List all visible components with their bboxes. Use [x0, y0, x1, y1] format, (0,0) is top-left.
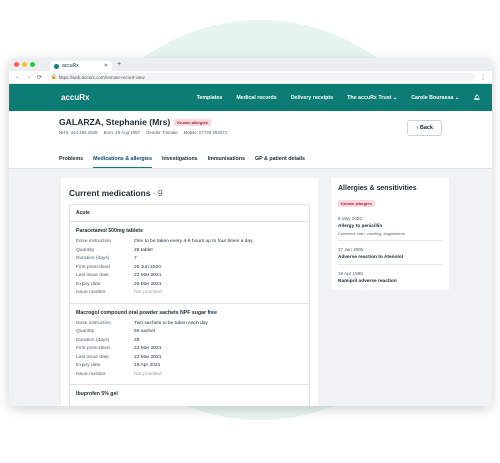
url-text: https://web.accurx.com/remote-record-vie…	[58, 74, 145, 80]
lock-icon: 🔒	[51, 74, 57, 79]
detail-row: Duration (days) 7	[76, 256, 137, 261]
section-heading: Acute	[70, 205, 309, 222]
detail-row: First prescribed 22 Mar 2021	[76, 346, 162, 351]
back-button-label: Back	[419, 125, 433, 131]
tab-gp-patient-details[interactable]: GP & patient details	[255, 156, 305, 168]
patient-header: GALARZA, Stephanie (Mrs) Known allergies…	[9, 111, 492, 169]
acute-section: Acute Paracetamol 500mg tablets Dose ins…	[69, 204, 310, 406]
tab-close-icon[interactable]: ✕	[104, 63, 108, 69]
detail-row: Issue number Not provided	[76, 290, 162, 295]
detail-row: Issue number Not provided	[76, 371, 162, 377]
chevron-down-icon: ⌄	[392, 94, 398, 101]
detail-row: Duration (days) 28	[76, 337, 140, 343]
patient-gender: Gender: Female	[145, 130, 178, 135]
allergy-name: Allergy to penicillin	[338, 224, 383, 229]
reload-icon[interactable]: ⟳	[37, 74, 42, 81]
tab-medications-allergies[interactable]: Medications & allergies	[93, 156, 153, 168]
patient-tabs: Problems Medications & allergies Investi…	[59, 156, 305, 168]
allergy-date: 27 Jan 2005	[338, 247, 364, 252]
detail-row: Dose instruction One to be taken every 4-…	[76, 239, 253, 244]
allergy-entry: 5 May 2020 Allergy to penicillin Comment…	[338, 210, 442, 241]
app-navbar: accuRx Templates Medical records Deliver…	[9, 84, 492, 111]
medications-card: Current medications · 9 Acute Paracetamo…	[61, 178, 318, 406]
medication-name: Macrogol compound oral powder sachets NP…	[76, 309, 217, 316]
browser-window: accuRx ✕ + ← → ⟳ 🔒 https://web.accurx.co…	[9, 58, 492, 406]
detail-row: Dose instruction Two sachets to be taken …	[76, 320, 208, 326]
nav-trust-label: The accuRx Trust	[347, 94, 392, 101]
minimize-window-icon[interactable]	[22, 62, 27, 67]
browser-titlebar: accuRx ✕ +	[9, 58, 492, 71]
browser-tab-title: accuRx	[62, 63, 79, 69]
allergy-name: Ramipril adverse reaction	[338, 279, 397, 284]
back-button[interactable]: ‹ Back	[407, 120, 442, 136]
detail-row: Expiry date 29 Mar 2021	[76, 281, 162, 287]
allergy-entry: 19 Apr 1999 Ramipril adverse reaction	[338, 265, 442, 288]
detail-row: First prescribed 25 Jun 2020	[76, 264, 161, 270]
patient-nhs: NHS: 444 456 2538	[59, 130, 98, 135]
detail-row: Quantity 56 sachet	[76, 329, 156, 334]
allergies-card: Allergies & sensitivities Known allergie…	[331, 178, 449, 290]
allergy-comment: Comment: rash, vomiting, angioedema	[338, 231, 405, 236]
known-allergies-badge: Known allergies	[174, 118, 211, 126]
address-bar-row: ← → ⟳ 🔒 https://web.accurx.com/remote-re…	[9, 71, 492, 84]
medication-item: Macrogol compound oral powder sachets NP…	[70, 304, 309, 385]
medication-name: Ibuprofen 5% gel	[76, 391, 118, 397]
medications-count: · 9	[152, 188, 163, 198]
chevron-left-icon: ‹	[416, 125, 419, 131]
bell-icon[interactable]: 🔔︎	[473, 95, 480, 101]
brand-logo[interactable]: accuRx	[61, 93, 89, 102]
nav-user-label: Carole Bourassa	[411, 94, 454, 101]
detail-row: Last issue date 22 Mar 2021	[76, 273, 162, 278]
tab-investigations[interactable]: Investigations	[162, 156, 198, 168]
detail-row: Last issue date 22 Mar 2021	[76, 354, 162, 360]
detail-row: Quantity 28 tablet	[76, 247, 153, 253]
medication-name: Paracetamol 500mg tablets	[76, 228, 143, 234]
tab-immunisations[interactable]: Immunisations	[208, 156, 245, 168]
patient-mobile: Mobile: 07729 292071	[183, 130, 228, 135]
forward-arrow-icon[interactable]: →	[26, 74, 32, 80]
patient-name: GALARZA, Stephanie (Mrs)	[59, 117, 171, 127]
nav-delivery-receipts[interactable]: Delivery receipts	[291, 95, 333, 101]
allergies-title: Allergies & sensitivities	[338, 185, 417, 192]
allergy-date: 5 May 2020	[338, 216, 363, 221]
known-allergies-badge: Known allergies	[338, 200, 375, 207]
new-tab-icon[interactable]: +	[117, 61, 121, 68]
close-window-icon[interactable]	[14, 62, 19, 67]
patient-born: Born: 19 Aug 1957	[103, 130, 140, 135]
menu-dots-icon[interactable]: ⋮	[480, 74, 486, 81]
browser-tab[interactable]: accuRx ✕	[50, 61, 112, 71]
nav-templates[interactable]: Templates	[197, 95, 223, 101]
detail-row: Expiry date 19 Apr 2021	[76, 363, 161, 368]
allergy-name: Adverse reaction to Atenolol	[338, 255, 404, 260]
back-arrow-icon[interactable]: ←	[15, 74, 21, 80]
nav-trust-menu[interactable]: The accuRx Trust ⌄	[347, 95, 397, 101]
medications-title: Current medications · 9	[69, 188, 163, 198]
medication-item: Ibuprofen 5% gel	[70, 385, 309, 406]
allergy-date: 19 Apr 1999	[338, 271, 363, 276]
maximize-window-icon[interactable]	[30, 62, 35, 67]
main-content: Current medications · 9 Acute Paracetamo…	[9, 169, 492, 406]
url-field[interactable]: 🔒 https://web.accurx.com/remote-record-v…	[47, 73, 475, 81]
tab-problems[interactable]: Problems	[59, 156, 83, 168]
favicon-icon	[54, 63, 59, 69]
nav-medical-records[interactable]: Medical records	[236, 95, 276, 101]
medication-item: Paracetamol 500mg tablets Dose instructi…	[70, 222, 309, 304]
allergy-entry: 27 Jan 2005 Adverse reaction to Atenolol	[338, 241, 442, 265]
nav-user-menu[interactable]: Carole Bourassa ⌄	[411, 95, 459, 101]
chevron-down-icon: ⌄	[454, 94, 460, 101]
